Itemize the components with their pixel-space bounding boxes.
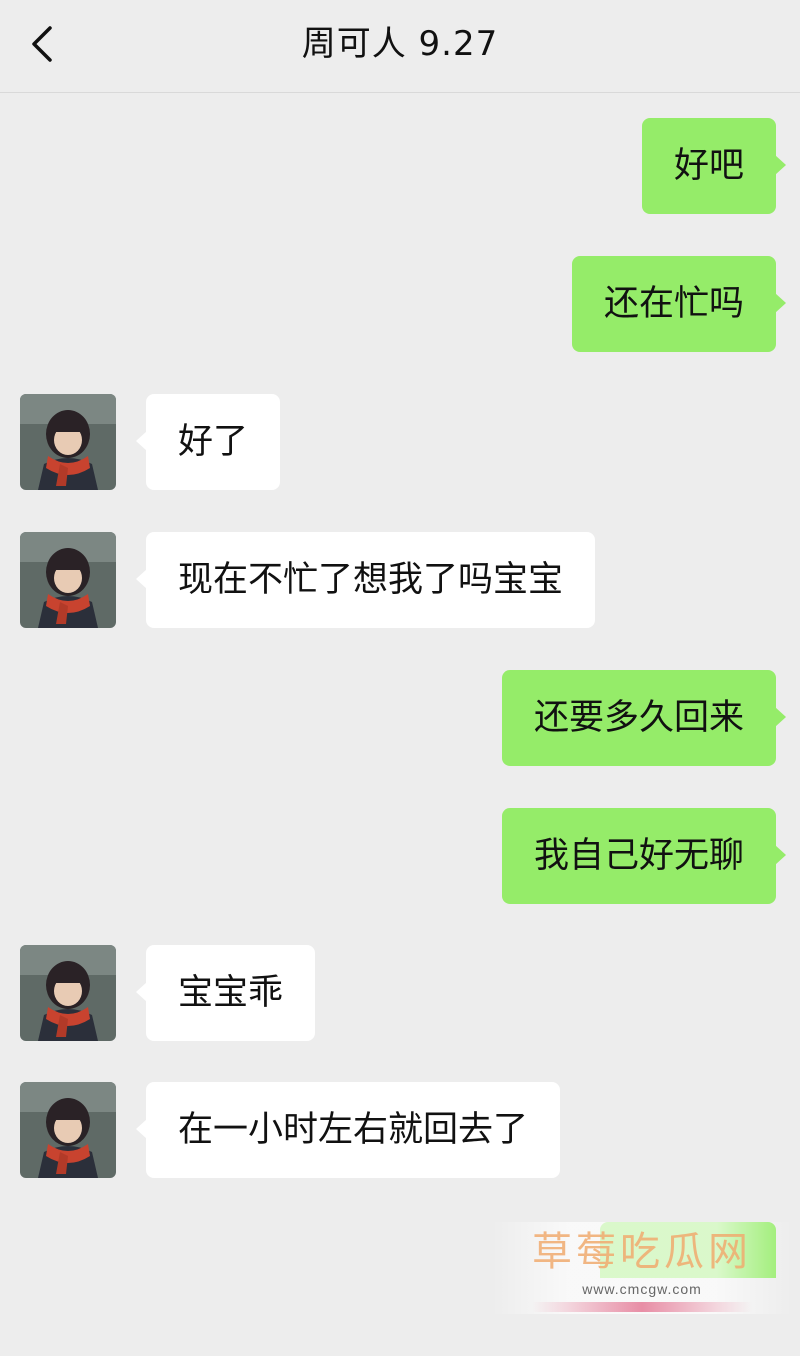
message-bubble[interactable]: 好吧 [641, 118, 787, 214]
message-bubble[interactable]: 在一小时左右就回去了 [135, 1082, 561, 1178]
message-bubble[interactable]: 现在不忙了想我了吗宝宝 [135, 532, 596, 628]
avatar-image [20, 532, 116, 628]
watermark-underline [532, 1302, 752, 1312]
watermark-url: www.cmcgw.com [582, 1281, 702, 1297]
avatar-image [20, 394, 116, 490]
message-received: 现在不忙了想我了吗宝宝 [0, 532, 800, 628]
watermark: 草莓吃瓜网 www.cmcgw.com [492, 1222, 792, 1314]
avatar[interactable] [20, 1082, 116, 1178]
avatar-image [20, 945, 116, 1041]
message-sent: 我自己好无聊 [0, 808, 800, 904]
watermark-text: 草莓吃瓜网 [532, 1229, 752, 1275]
avatar[interactable] [20, 532, 116, 628]
message-received: 在一小时左右就回去了 [0, 1082, 800, 1178]
message-bubble[interactable]: 还在忙吗 [571, 256, 787, 352]
message-sent: 还在忙吗 [0, 256, 800, 352]
message-list[interactable]: 好吧 还在忙吗 好了 现在不忙了想我了吗宝宝 还要多久回来 我自己好无聊 宝宝乖… [0, 93, 800, 1356]
message-sent: 好吧 [0, 118, 800, 214]
message-bubble[interactable]: 好了 [135, 394, 281, 490]
message-bubble[interactable]: 宝宝乖 [135, 945, 316, 1041]
message-bubble[interactable]: 我自己好无聊 [501, 808, 787, 904]
avatar[interactable] [20, 394, 116, 490]
avatar[interactable] [20, 945, 116, 1041]
message-sent: 还要多久回来 [0, 670, 800, 766]
avatar-image [20, 1082, 116, 1178]
chat-header: 周可人 9.27 [0, 0, 800, 93]
message-received: 好了 [0, 394, 800, 490]
chat-title: 周可人 9.27 [301, 24, 499, 64]
message-bubble[interactable]: 还要多久回来 [501, 670, 787, 766]
message-received: 宝宝乖 [0, 945, 800, 1041]
